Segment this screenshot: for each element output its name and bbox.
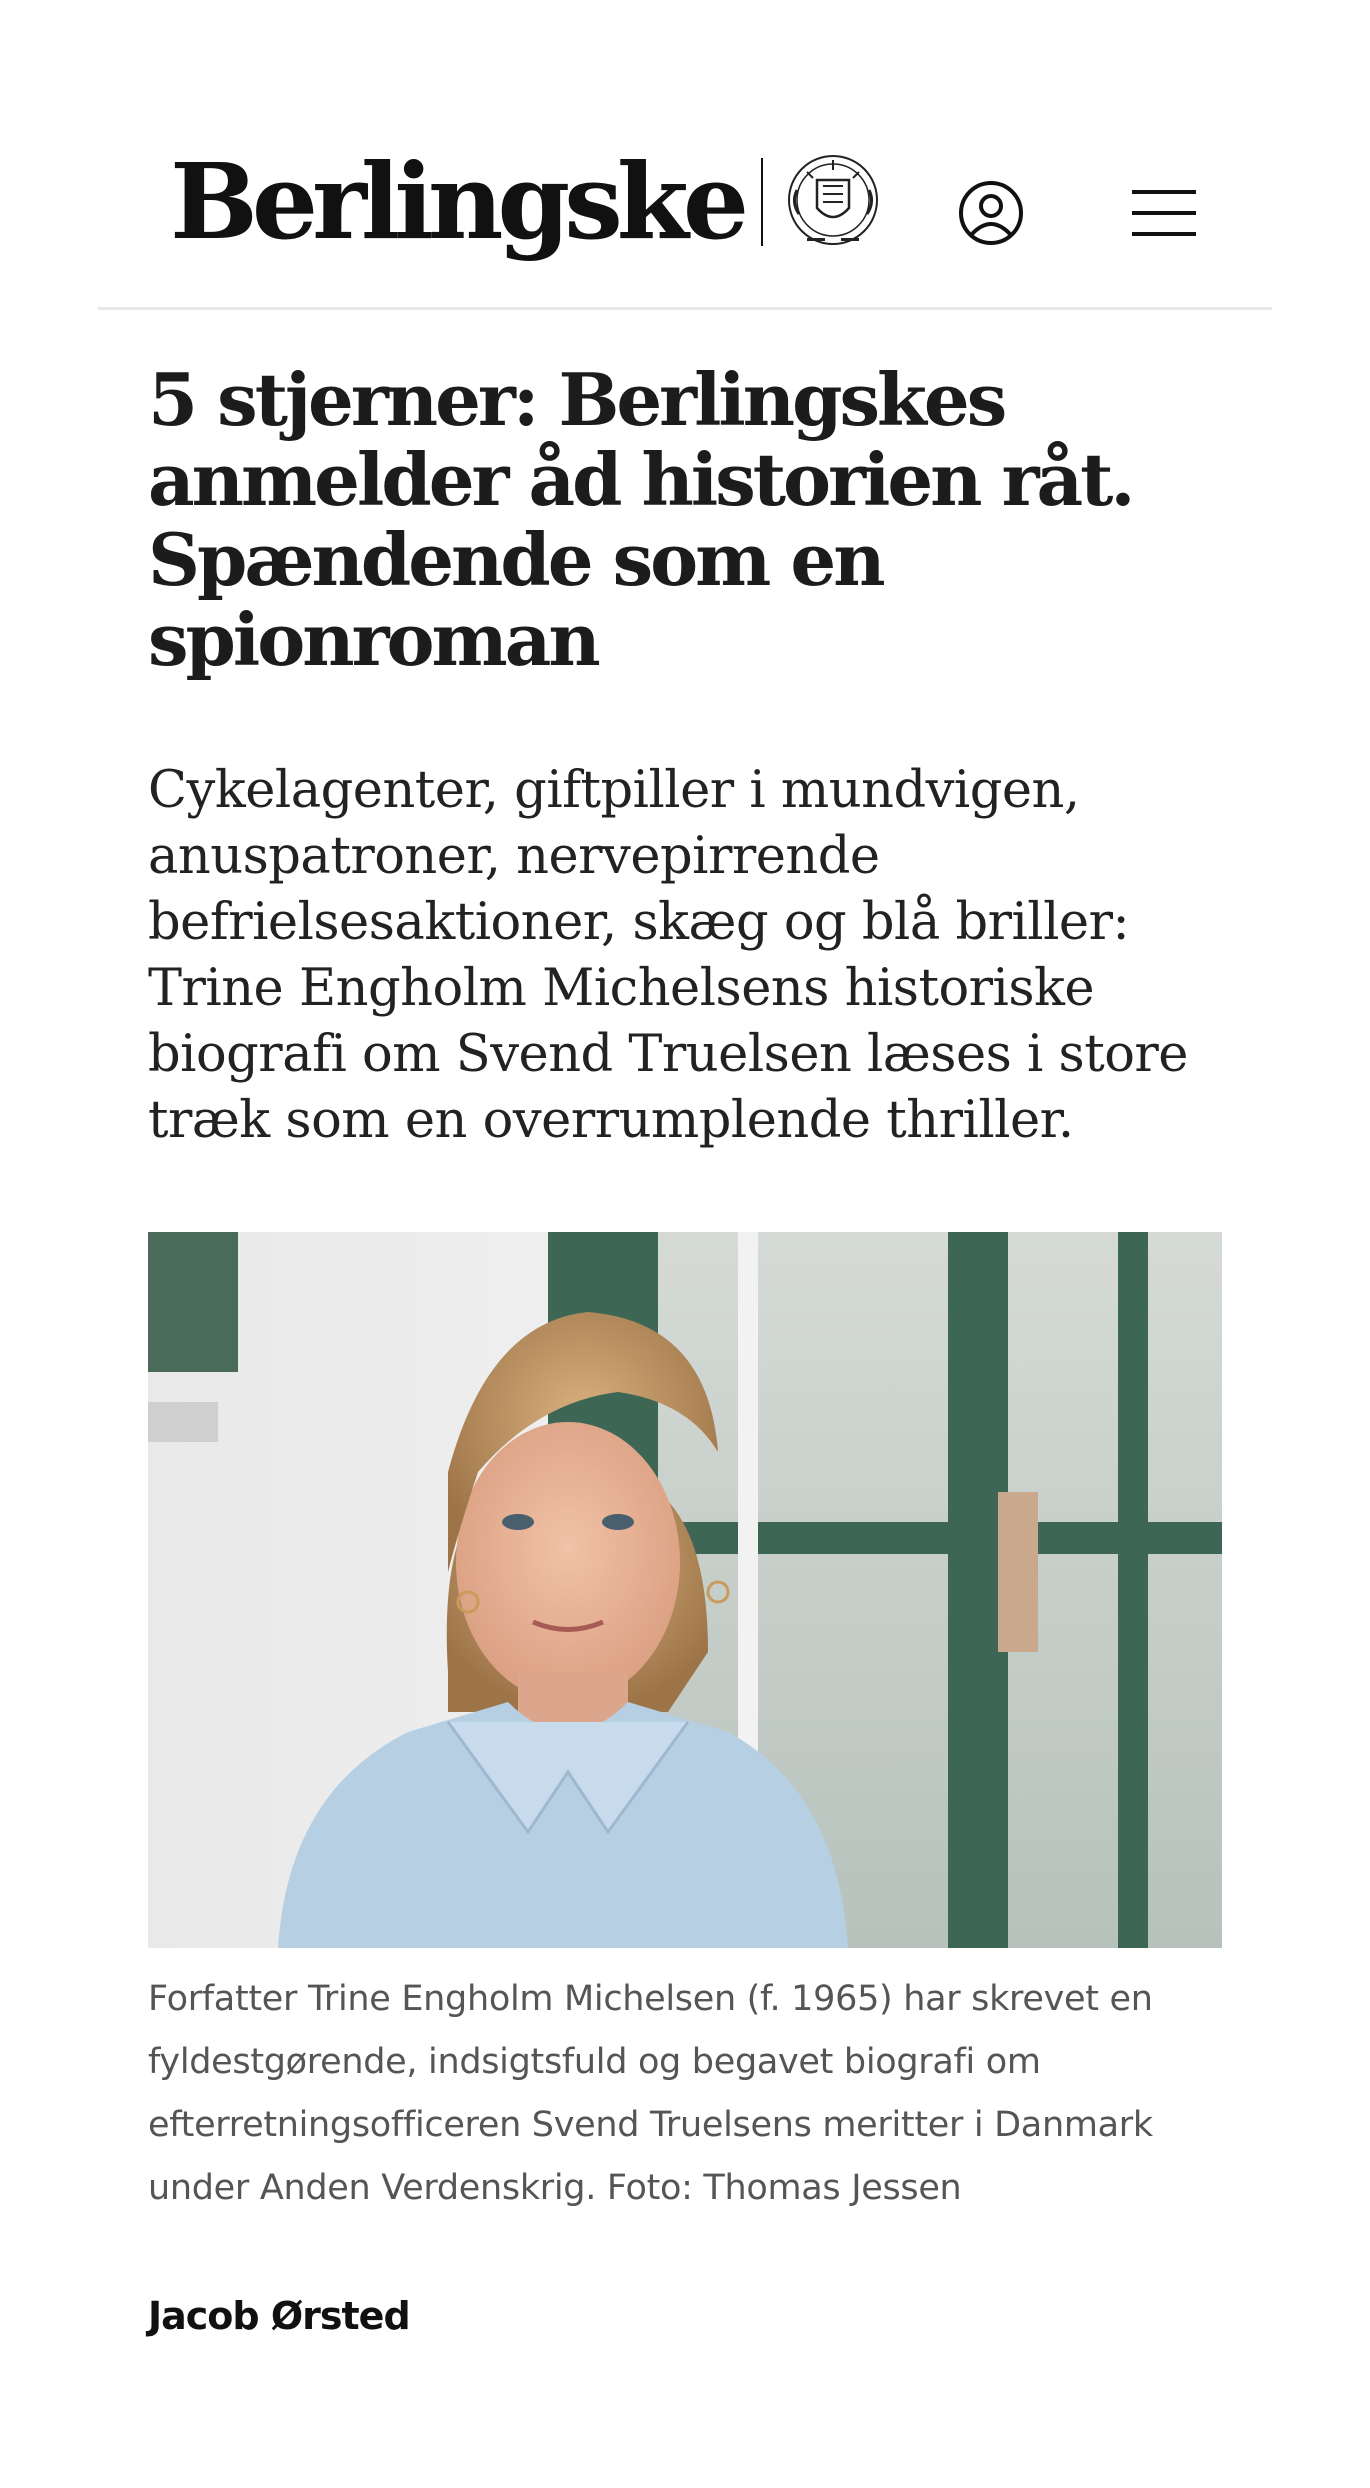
logo-divider xyxy=(761,158,763,246)
user-icon[interactable] xyxy=(958,180,1024,246)
author-portrait-image xyxy=(148,1232,1222,1948)
photo-caption: Forfatter Trine Engholm Michelsen (f. 19… xyxy=(148,1979,1153,2208)
crest-logo-icon xyxy=(788,155,878,245)
author-byline[interactable]: Jacob Ørsted xyxy=(148,2294,411,2338)
brand-logo[interactable]: Berlingske xyxy=(170,150,889,254)
brand-wordmark: Berlingske xyxy=(170,140,749,263)
article-lead: Cykelagenter, giftpiller i mundvigen, an… xyxy=(148,761,1189,1150)
article-photo xyxy=(148,1232,1222,1948)
article-headline: 5 stjerner: Berlingskes anmelder åd hist… xyxy=(148,357,1136,682)
hamburger-menu-icon[interactable] xyxy=(1132,186,1196,240)
site-header: Berlingske xyxy=(98,120,1272,310)
